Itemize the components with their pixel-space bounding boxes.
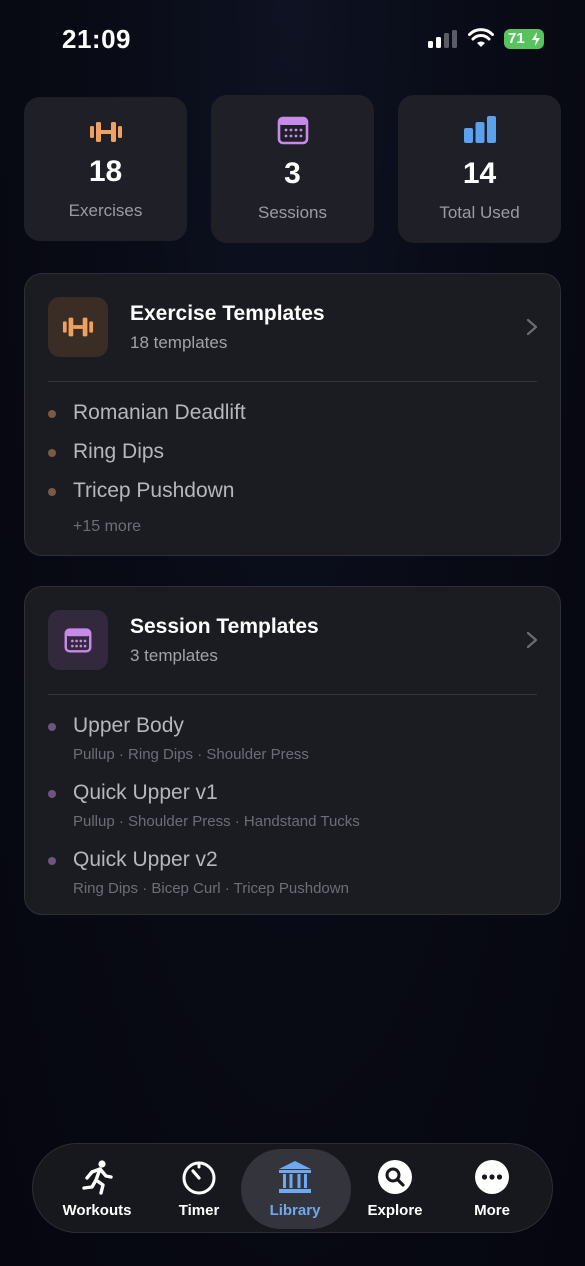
tab-more[interactable]: More [440, 1144, 544, 1232]
list-item: Tricep Pushdown [48, 479, 538, 509]
session-exercises: Ring Dips · Bicep Curl · Tricep Pushdown [73, 880, 349, 897]
calendar-icon [277, 116, 308, 145]
session-name: Upper Body [73, 714, 184, 737]
exercise-name: Tricep Pushdown [73, 479, 235, 502]
timer-icon [182, 1161, 216, 1195]
bullet-dot [48, 410, 56, 418]
stat-value: 3 [284, 157, 301, 190]
chevron-right-icon [526, 631, 538, 649]
battery-level: 71 [508, 30, 525, 47]
bullet-dot [48, 449, 56, 457]
session-templates-icon-tile [48, 610, 108, 670]
library-icon [279, 1161, 311, 1193]
session-templates-header[interactable]: Session Templates 3 templates [25, 587, 560, 694]
session-name: Quick Upper v2 [73, 848, 218, 871]
card-subtitle: 3 templates [130, 646, 218, 665]
cellular-signal-icon [428, 30, 458, 48]
divider [48, 694, 537, 695]
bullet-dot [48, 790, 56, 798]
tab-workouts[interactable]: Workouts [45, 1144, 149, 1232]
stat-label: Sessions [258, 203, 327, 222]
session-exercises: Pullup · Ring Dips · Shoulder Press [73, 746, 309, 763]
list-item: Quick Upper v1 Pullup · Shoulder Press ·… [48, 781, 538, 833]
session-name: Quick Upper v1 [73, 781, 218, 804]
tab-label: Timer [178, 1202, 220, 1219]
search-icon [378, 1160, 412, 1194]
stat-card-sessions: 3 Sessions [211, 95, 374, 243]
exercise-templates-header[interactable]: Exercise Templates 18 templates [25, 274, 560, 381]
bar-chart-icon [463, 116, 496, 143]
battery-indicator: 71 [504, 29, 544, 49]
exercise-templates-card[interactable]: Exercise Templates 18 templates Romanian… [24, 273, 561, 556]
card-title: Session Templates [130, 615, 319, 638]
stat-value: 14 [462, 157, 497, 190]
tab-label: Explore [367, 1202, 423, 1219]
dumbbell-icon [62, 317, 94, 337]
stat-label: Exercises [68, 201, 143, 220]
stat-card-total-used: 14 Total Used [398, 95, 561, 243]
divider [48, 381, 537, 382]
chevron-right-icon [526, 318, 538, 336]
session-exercises: Pullup · Shoulder Press · Handstand Tuck… [73, 813, 360, 830]
more-icon [475, 1160, 509, 1194]
stat-value: 18 [88, 155, 123, 188]
calendar-icon [64, 628, 92, 653]
bullet-dot [48, 857, 56, 865]
bullet-dot [48, 723, 56, 731]
card-title: Exercise Templates [130, 302, 325, 325]
tab-timer[interactable]: Timer [147, 1144, 251, 1232]
charging-bolt-icon [532, 32, 540, 46]
stat-label: Total Used [439, 203, 520, 222]
list-item: Quick Upper v2 Ring Dips · Bicep Curl · … [48, 848, 538, 900]
tab-label: Workouts [62, 1202, 132, 1219]
bullet-dot [48, 488, 56, 496]
list-item: Romanian Deadlift [48, 401, 538, 431]
exercise-name: Ring Dips [73, 440, 165, 463]
exercise-name: Romanian Deadlift [73, 401, 246, 424]
stat-card-exercises: 18 Exercises [24, 97, 187, 241]
tab-explore[interactable]: Explore [343, 1144, 447, 1232]
tab-label: More [474, 1202, 510, 1219]
more-count: +15 more [73, 518, 142, 535]
tab-label: Library [269, 1202, 321, 1219]
running-figure-icon [82, 1160, 113, 1195]
list-item: Upper Body Pullup · Ring Dips · Shoulder… [48, 714, 538, 766]
dumbbell-icon [89, 122, 122, 142]
tab-library[interactable]: Library [241, 1144, 351, 1232]
tab-bar: Workouts Timer Library Explore More [32, 1143, 553, 1233]
card-subtitle: 18 templates [130, 333, 228, 352]
status-bar: 21:09 71 [0, 0, 585, 78]
session-templates-card[interactable]: Session Templates 3 templates Upper Body… [24, 586, 561, 915]
wifi-icon [468, 28, 494, 47]
status-time: 21:09 [62, 24, 131, 54]
list-item: Ring Dips [48, 440, 538, 470]
exercise-templates-icon-tile [48, 297, 108, 357]
